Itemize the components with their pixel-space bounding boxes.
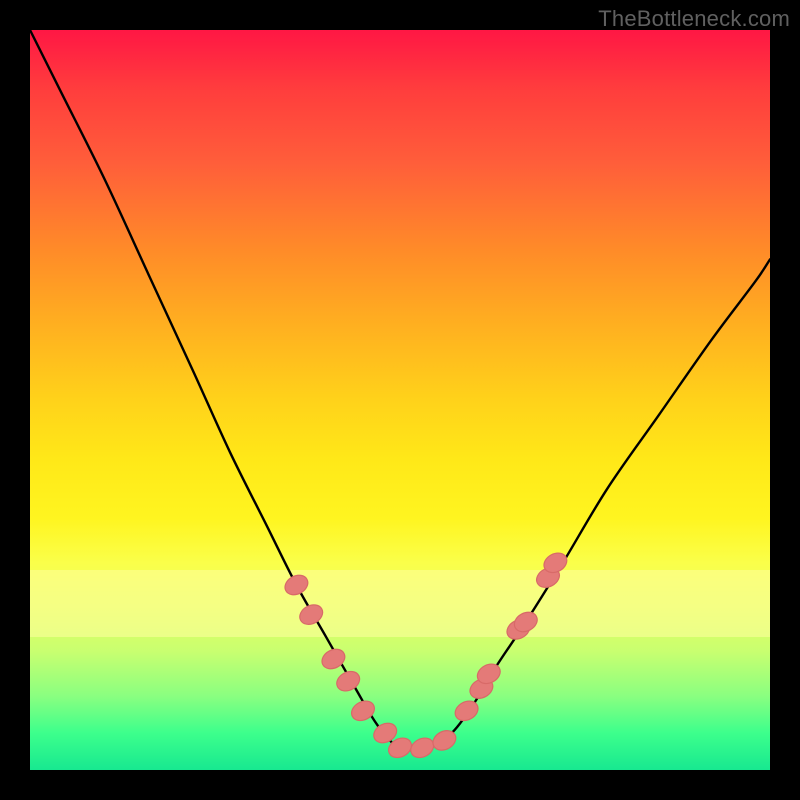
curve-marker [296, 601, 326, 628]
chart-frame: TheBottleneck.com [0, 0, 800, 800]
curve-marker [452, 697, 482, 724]
curve-marker [407, 734, 437, 761]
bottleneck-curve [30, 30, 770, 750]
marker-group [282, 549, 571, 761]
plot-area [30, 30, 770, 770]
watermark-text: TheBottleneck.com [598, 6, 790, 32]
curve-marker [282, 571, 312, 598]
curve-marker [333, 668, 363, 695]
curve-layer [30, 30, 770, 770]
